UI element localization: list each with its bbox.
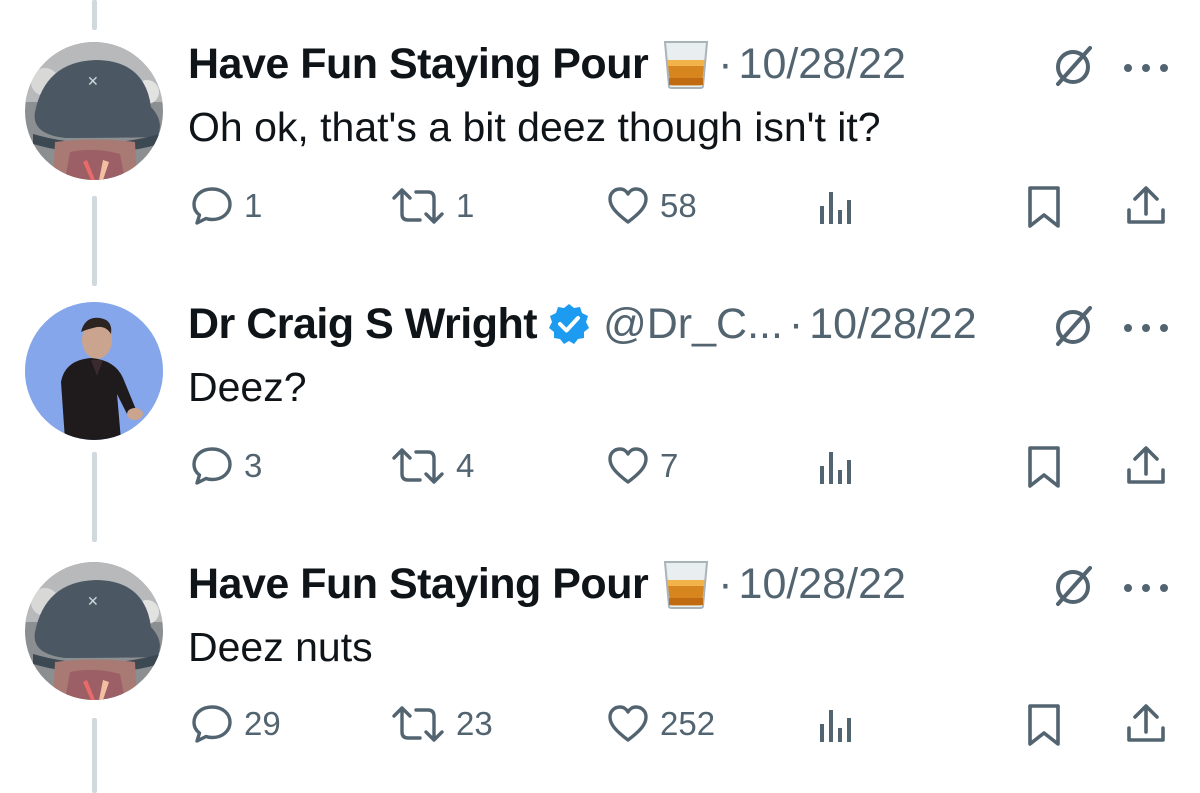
share-button[interactable]	[1124, 184, 1168, 228]
avatar[interactable]: ✕	[25, 562, 163, 700]
tweet-header: Have Fun Staying Pour · 10/28/22	[188, 554, 906, 614]
grok-icon[interactable]	[1050, 562, 1096, 608]
like-button[interactable]: 7	[606, 444, 678, 488]
repost-button[interactable]: 4	[390, 444, 474, 488]
reply-icon	[192, 187, 232, 225]
like-count: 58	[660, 187, 697, 224]
reply-button[interactable]: 3	[190, 444, 262, 488]
verified-badge-icon	[547, 302, 591, 346]
bookmark-icon	[1028, 704, 1060, 746]
tweet[interactable]: ✕ Have Fun Staying Pour · 10/28/22 Deez …	[0, 522, 1200, 793]
tweet-header: Dr Craig S Wright @Dr_C... · 10/28/22	[188, 294, 977, 354]
separator-dot: ·	[718, 559, 733, 608]
thread-line-top	[92, 0, 97, 30]
share-button[interactable]	[1124, 444, 1168, 488]
repost-count: 4	[456, 447, 475, 484]
reply-count: 29	[244, 705, 281, 742]
like-count: 7	[660, 447, 679, 484]
avatar[interactable]: ✕	[25, 42, 163, 180]
analytics-icon	[820, 452, 851, 484]
analytics-icon	[820, 192, 851, 224]
repost-count: 1	[456, 187, 475, 224]
bookmark-icon	[1028, 186, 1060, 228]
reply-count: 1	[244, 187, 263, 224]
like-button[interactable]: 252	[606, 702, 715, 746]
separator-dot: ·	[788, 299, 804, 348]
tweet-text: Deez nuts	[188, 624, 373, 670]
bookmark-icon	[1028, 446, 1060, 488]
repost-button[interactable]: 23	[390, 702, 493, 746]
thread-line-bottom	[92, 718, 97, 793]
share-icon	[1127, 446, 1165, 484]
tweet[interactable]: ✕ Have Fun Staying Pour · 10/28/22 Oh ok…	[0, 0, 1200, 286]
grok-icon[interactable]	[1050, 302, 1096, 348]
display-name[interactable]: Have Fun Staying Pour	[188, 40, 649, 89]
whiskey-tumbler-icon	[660, 38, 712, 90]
tweet[interactable]: Dr Craig S Wright @Dr_C... · 10/28/22 De…	[0, 262, 1200, 542]
heart-icon	[608, 705, 648, 742]
timestamp[interactable]: 10/28/22	[739, 560, 906, 609]
heart-icon	[608, 187, 648, 224]
tweet-text: Oh ok, that's a bit deez though isn't it…	[188, 104, 881, 150]
bookmark-button[interactable]	[1024, 702, 1064, 748]
reply-icon	[192, 705, 232, 743]
views-button[interactable]	[816, 704, 856, 744]
bookmark-button[interactable]	[1024, 444, 1064, 490]
display-name[interactable]: Dr Craig S Wright	[188, 300, 538, 349]
like-count: 252	[660, 705, 716, 742]
more-options-icon[interactable]	[1120, 578, 1172, 598]
share-icon	[1127, 186, 1165, 224]
repost-icon	[392, 706, 444, 742]
repost-icon	[392, 188, 444, 224]
repost-count: 23	[456, 705, 493, 742]
views-button[interactable]	[816, 446, 856, 486]
heart-icon	[608, 447, 648, 484]
more-options-icon[interactable]	[1120, 58, 1172, 78]
tweet-text: Deez?	[188, 364, 307, 410]
more-options-icon[interactable]	[1120, 318, 1172, 338]
bookmark-button[interactable]	[1024, 184, 1064, 230]
reply-button[interactable]: 1	[190, 184, 262, 228]
repost-button[interactable]: 1	[390, 184, 474, 228]
reply-icon	[192, 447, 232, 485]
svg-text:✕: ✕	[87, 74, 99, 90]
timestamp[interactable]: 10/28/22	[739, 40, 906, 89]
tweet-header: Have Fun Staying Pour · 10/28/22	[188, 34, 906, 94]
avatar[interactable]	[25, 302, 163, 440]
share-icon	[1127, 704, 1165, 742]
share-button[interactable]	[1124, 702, 1168, 746]
timestamp[interactable]: 10/28/22	[809, 300, 976, 349]
grok-icon[interactable]	[1050, 42, 1096, 88]
analytics-icon	[820, 710, 851, 742]
handle[interactable]: @Dr_C...	[603, 300, 783, 349]
views-button[interactable]	[816, 186, 856, 226]
separator-dot: ·	[718, 39, 733, 88]
whiskey-tumbler-icon	[660, 558, 712, 610]
reply-button[interactable]: 29	[190, 702, 281, 746]
display-name[interactable]: Have Fun Staying Pour	[188, 560, 649, 609]
like-button[interactable]: 58	[606, 184, 697, 228]
svg-text:✕: ✕	[87, 594, 99, 610]
reply-count: 3	[244, 447, 263, 484]
repost-icon	[392, 448, 444, 484]
